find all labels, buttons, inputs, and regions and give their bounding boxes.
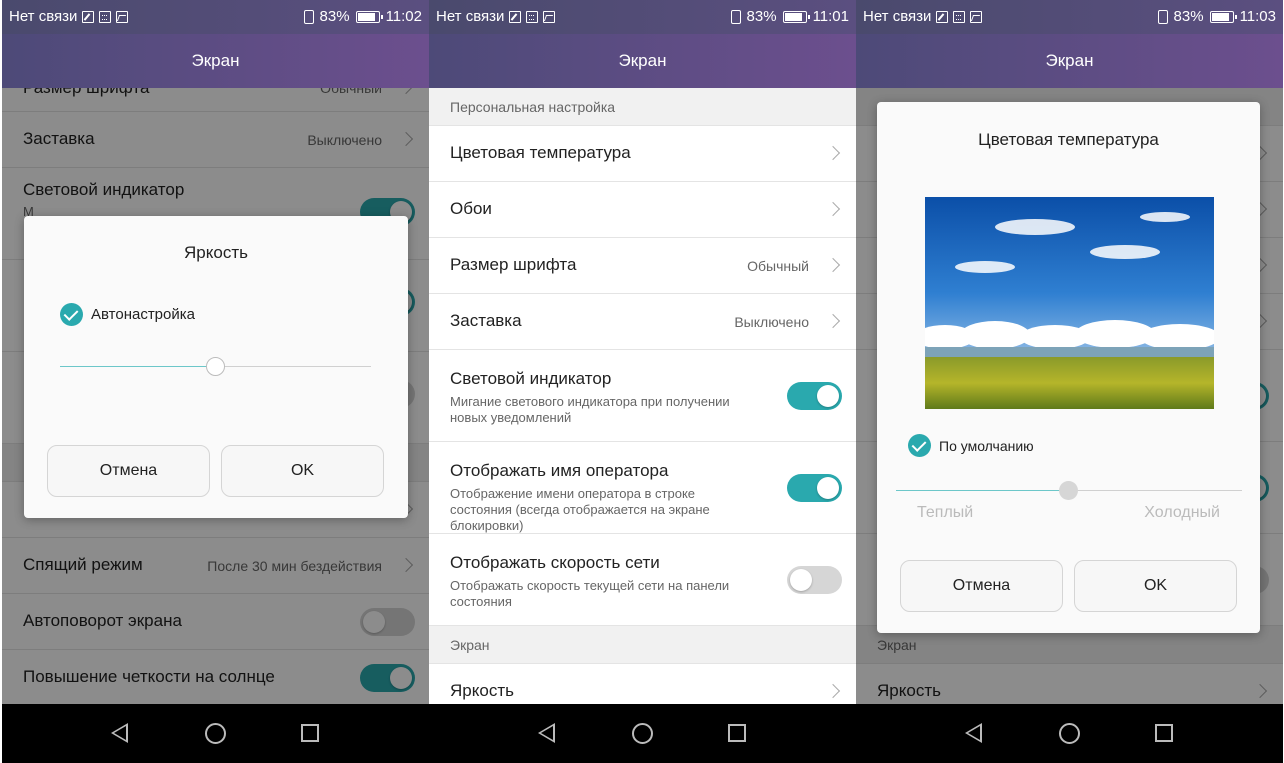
cancel-button[interactable]: Отмена xyxy=(47,445,210,497)
chevron-right-icon xyxy=(825,313,841,329)
battery-icon xyxy=(782,10,810,23)
list-item-font-size[interactable]: Размер шрифта Обычный xyxy=(429,238,856,294)
chevron-right-icon xyxy=(825,201,841,217)
image-icon xyxy=(543,10,556,23)
screen-color-temperature-dialog: Нет связи 83% 11:03 Экран Экран Яркость … xyxy=(856,0,1283,763)
chevron-right-icon xyxy=(825,683,841,699)
warm-label: Теплый xyxy=(917,504,974,521)
battery-icon xyxy=(355,10,383,23)
row-subtitle: Отображать скорость текущей сети на пане… xyxy=(450,578,730,609)
recent-apps-icon[interactable] xyxy=(301,724,319,742)
row-title: Цветовая температура xyxy=(450,143,631,162)
clock: 11:03 xyxy=(1239,8,1276,25)
row-subtitle: Мигание светового индикатора при получен… xyxy=(450,394,730,425)
list-item-led-indicator[interactable]: Световой индикатор Мигание светового инд… xyxy=(429,350,856,442)
navigation-bar xyxy=(856,704,1283,763)
screen-brightness-dialog: Нет связи 83% 11:02 Экран Размер шрифта … xyxy=(2,0,429,763)
status-bar: Нет связи 83% 11:02 xyxy=(2,0,429,34)
section-header-personal: Персональная настройка xyxy=(429,88,856,126)
page-title: Экран xyxy=(2,34,429,88)
navigation-bar xyxy=(2,704,429,763)
default-checkbox-label[interactable]: По умолчанию xyxy=(939,438,1034,454)
image-icon xyxy=(970,10,983,23)
back-icon[interactable] xyxy=(965,723,982,743)
row-title: Заставка xyxy=(450,311,522,330)
battery-percent: 83% xyxy=(746,8,777,25)
dialog-title: Цветовая температура xyxy=(978,130,1159,149)
temperature-slider-thumb[interactable] xyxy=(1059,481,1078,500)
list-item-network-speed[interactable]: Отображать скорость сети Отображать скор… xyxy=(429,534,856,626)
sim-icon xyxy=(1157,9,1168,24)
preview-image xyxy=(925,197,1214,409)
image-icon xyxy=(116,10,129,23)
brightness-slider-fill xyxy=(60,366,216,367)
led-toggle[interactable] xyxy=(787,382,842,410)
recent-apps-icon[interactable] xyxy=(1155,724,1173,742)
list-item-color-temperature[interactable]: Цветовая температура xyxy=(429,126,856,182)
recent-apps-icon[interactable] xyxy=(728,724,746,742)
brightness-dialog: Яркость Автонастройка Отмена OK xyxy=(24,216,408,518)
edit-icon xyxy=(509,10,522,23)
home-icon[interactable] xyxy=(1059,723,1080,744)
battery-percent: 83% xyxy=(1173,8,1204,25)
ok-button[interactable]: OK xyxy=(1074,560,1237,612)
battery-percent: 83% xyxy=(319,8,350,25)
cancel-button[interactable]: Отмена xyxy=(900,560,1063,612)
brightness-slider-thumb[interactable] xyxy=(206,357,225,376)
carrier-label: Нет связи xyxy=(863,8,932,25)
edit-icon xyxy=(82,10,95,23)
row-title: Световой индикатор xyxy=(450,369,612,388)
page-title: Экран xyxy=(429,34,856,88)
home-icon[interactable] xyxy=(205,723,226,744)
row-title: Отображать имя оператора xyxy=(450,461,669,480)
ok-button[interactable]: OK xyxy=(221,445,384,497)
battery-icon xyxy=(1209,10,1237,23)
row-title: Размер шрифта xyxy=(450,255,577,274)
auto-brightness-label[interactable]: Автонастройка xyxy=(91,306,195,323)
row-value: Обычный xyxy=(747,258,809,274)
status-bar: Нет связи 83% 11:01 xyxy=(429,0,856,34)
edit-icon xyxy=(936,10,949,23)
color-temperature-dialog: Цветовая температура По умолчанию Теплый… xyxy=(877,102,1260,633)
netspeed-toggle[interactable] xyxy=(787,566,842,594)
back-icon[interactable] xyxy=(538,723,555,743)
navigation-bar xyxy=(429,704,856,763)
status-bar: Нет связи 83% 11:03 xyxy=(856,0,1283,34)
check-icon[interactable] xyxy=(908,434,931,457)
keyboard-icon xyxy=(99,10,112,23)
clock: 11:02 xyxy=(385,8,422,25)
row-title: Яркость xyxy=(450,681,514,700)
chevron-right-icon xyxy=(825,257,841,273)
row-value: Выключено xyxy=(734,314,809,330)
keyboard-icon xyxy=(526,10,539,23)
screen-display-settings: Нет связи 83% 11:01 Экран Персональная н… xyxy=(429,0,856,763)
sim-icon xyxy=(730,9,741,24)
keyboard-icon xyxy=(953,10,966,23)
row-title: Обои xyxy=(450,199,492,218)
operator-toggle[interactable] xyxy=(787,474,842,502)
check-icon[interactable] xyxy=(60,303,83,326)
page-title: Экран xyxy=(856,34,1283,88)
temperature-slider-fill xyxy=(896,490,1069,491)
back-icon[interactable] xyxy=(111,723,128,743)
list-item-wallpaper[interactable]: Обои xyxy=(429,182,856,238)
clock: 11:01 xyxy=(812,8,849,25)
carrier-label: Нет связи xyxy=(436,8,505,25)
carrier-label: Нет связи xyxy=(9,8,78,25)
sim-icon xyxy=(303,9,314,24)
home-icon[interactable] xyxy=(632,723,653,744)
section-header-screen: Экран xyxy=(429,626,856,664)
row-title: Отображать скорость сети xyxy=(450,553,660,572)
chevron-right-icon xyxy=(825,145,841,161)
list-item-brightness[interactable]: Яркость xyxy=(429,664,856,704)
list-item-screensaver[interactable]: Заставка Выключено xyxy=(429,294,856,350)
settings-list: Персональная настройка Цветовая температ… xyxy=(429,88,856,704)
list-item-operator-name[interactable]: Отображать имя оператора Отображение име… xyxy=(429,442,856,534)
dialog-title: Яркость xyxy=(184,243,248,262)
cold-label: Холодный xyxy=(1144,504,1220,521)
row-subtitle: Отображение имени оператора в строке сос… xyxy=(450,486,710,533)
